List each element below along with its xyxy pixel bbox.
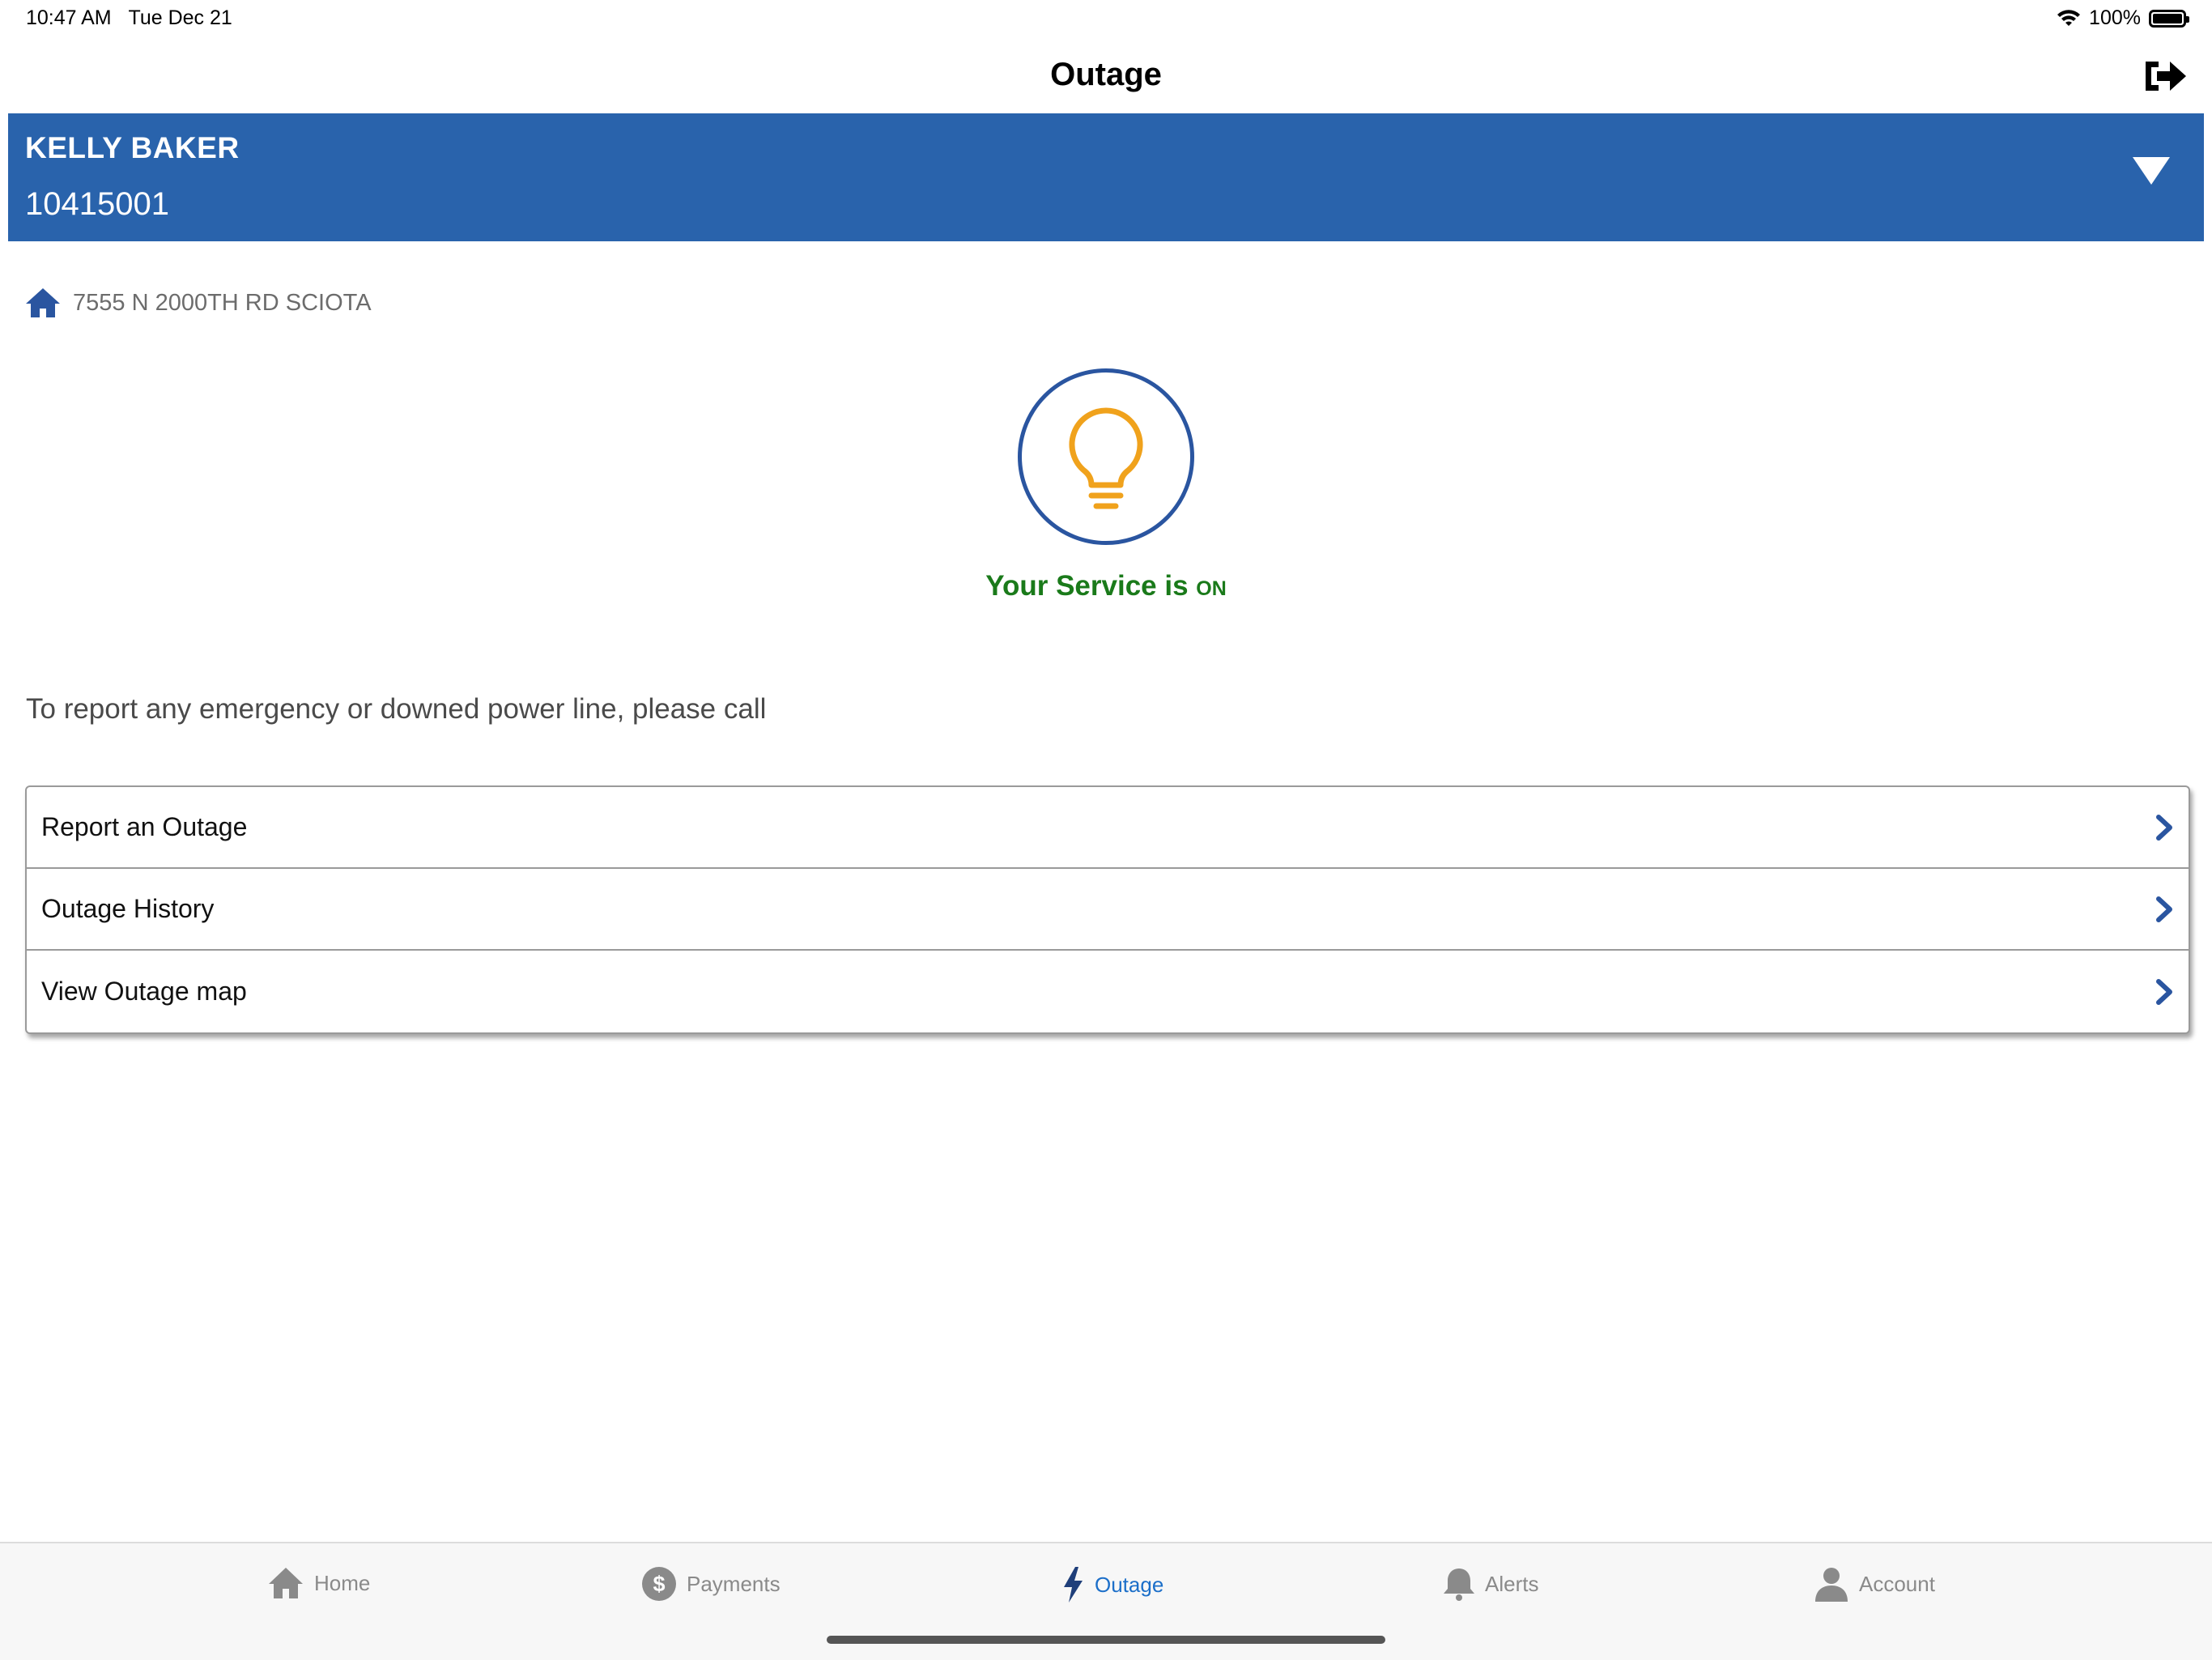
address-text: 7555 N 2000TH RD SCIOTA bbox=[73, 289, 372, 316]
tab-label: Alerts bbox=[1485, 1571, 1539, 1596]
svg-text:$: $ bbox=[653, 1572, 665, 1596]
home-indicator[interactable] bbox=[827, 1636, 1385, 1644]
service-state: ON bbox=[1196, 577, 1227, 600]
account-number: 10415001 bbox=[25, 186, 169, 222]
service-status-text: Your Service is ON bbox=[985, 570, 1227, 602]
page-title: Outage bbox=[1050, 57, 1162, 92]
account-selector[interactable]: KELLY BAKER 10415001 bbox=[8, 113, 2204, 241]
menu-item-label: Report an Outage bbox=[41, 812, 248, 841]
chevron-right-icon bbox=[2156, 978, 2172, 1005]
menu-item-label: Outage History bbox=[41, 894, 215, 923]
tab-label: Payments bbox=[687, 1571, 781, 1596]
lightning-icon bbox=[1064, 1567, 1083, 1603]
chevron-right-icon bbox=[2156, 896, 2172, 922]
service-status-indicator bbox=[1018, 368, 1194, 545]
account-name: KELLY BAKER bbox=[25, 131, 240, 164]
lightbulb-icon bbox=[1069, 407, 1143, 509]
menu-item-label: View Outage map bbox=[41, 977, 247, 1006]
person-icon bbox=[1815, 1568, 1848, 1602]
outage-menu: Report an Outage Outage History View Out… bbox=[25, 785, 2190, 1034]
tab-alerts[interactable]: Alerts bbox=[1443, 1566, 1538, 1602]
menu-item-outage-history[interactable]: Outage History bbox=[27, 869, 2189, 951]
dropdown-triangle-icon[interactable] bbox=[2131, 155, 2172, 186]
tab-home[interactable]: Home bbox=[267, 1566, 370, 1600]
tab-account[interactable]: Account bbox=[1814, 1566, 1935, 1602]
dollar-icon: $ bbox=[642, 1567, 676, 1601]
menu-item-outage-map[interactable]: View Outage map bbox=[27, 951, 2189, 1032]
tab-label: Outage bbox=[1095, 1572, 1164, 1597]
home-icon bbox=[269, 1568, 303, 1598]
chevron-right-icon bbox=[2156, 814, 2172, 841]
emergency-instructions: To report any emergency or downed power … bbox=[26, 693, 767, 725]
bell-icon bbox=[1444, 1568, 1474, 1601]
status-bar-time: 10:47 AM Tue Dec 21 bbox=[26, 6, 232, 29]
home-icon bbox=[26, 288, 60, 317]
battery-percent: 100% bbox=[2089, 6, 2141, 29]
logout-icon[interactable] bbox=[2142, 58, 2188, 94]
menu-item-report-outage[interactable]: Report an Outage bbox=[27, 787, 2189, 869]
status-bar-indicators: 100% bbox=[2057, 6, 2189, 30]
tab-label: Account bbox=[1859, 1571, 1935, 1596]
tab-payments[interactable]: $ Payments bbox=[641, 1566, 781, 1602]
battery-icon bbox=[2149, 9, 2189, 28]
wifi-icon bbox=[2057, 9, 2081, 26]
tab-outage[interactable]: Outage bbox=[1061, 1566, 1163, 1603]
tab-label: Home bbox=[314, 1570, 371, 1595]
service-address: 7555 N 2000TH RD SCIOTA bbox=[24, 287, 372, 319]
